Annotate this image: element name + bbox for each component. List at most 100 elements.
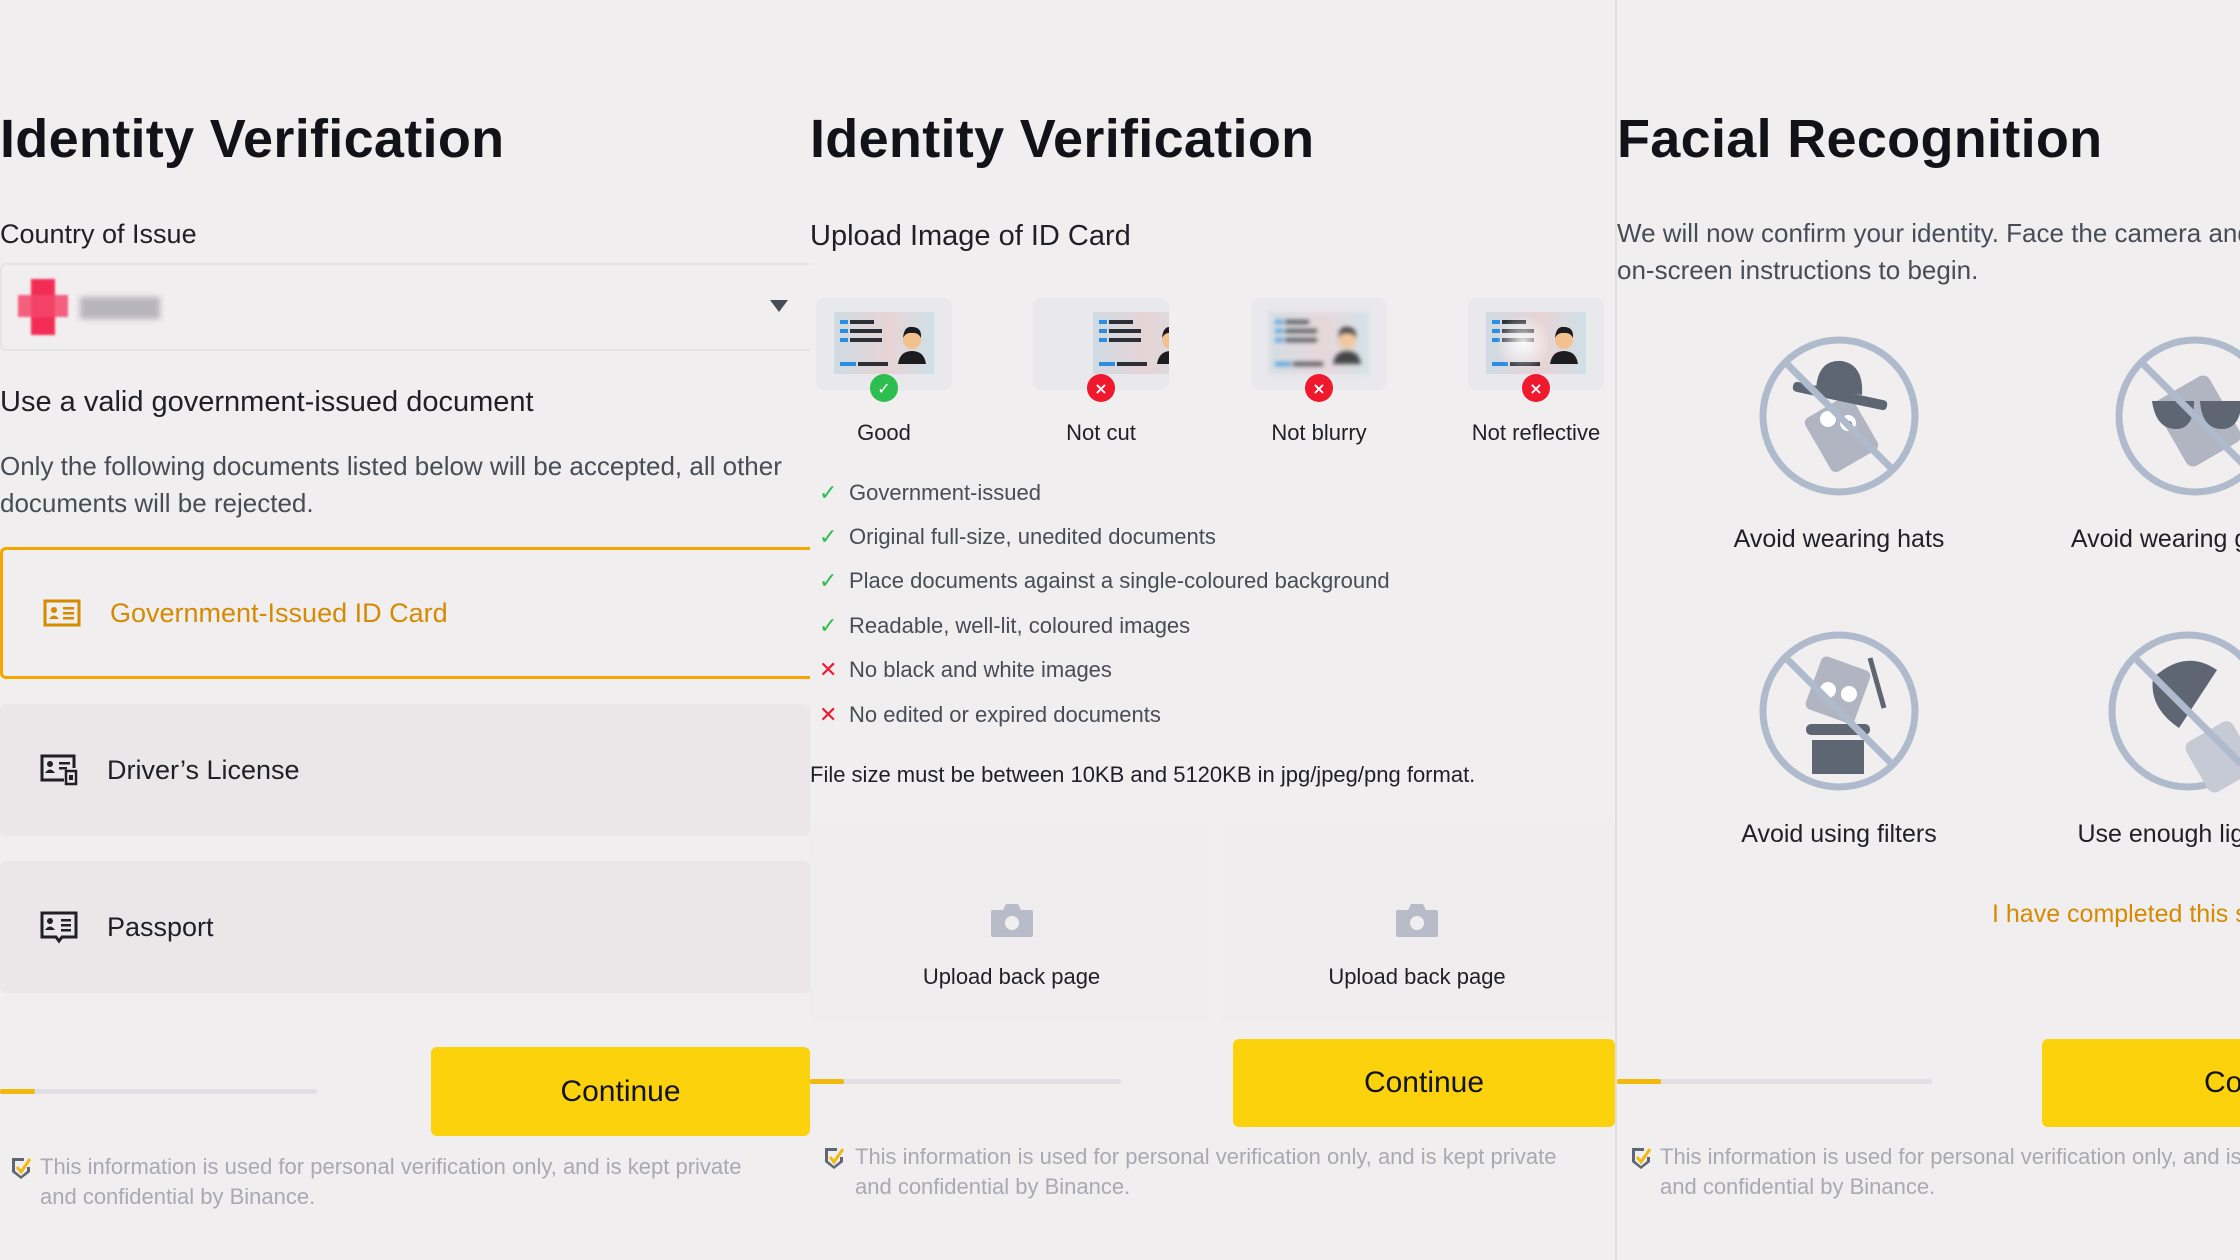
tip-label: Avoid using filters [1741,820,1937,848]
doc-option-label: Passport [107,911,214,942]
camera-icon [989,902,1035,938]
tip-label: Avoid wearing hats [1733,525,1945,553]
cross-icon: ✕ [819,658,838,683]
upload-label: Upload back page [1328,964,1506,989]
step-progress-fill [810,1079,845,1084]
id-card-illustration-icon [834,312,934,374]
step-progress-fill [0,1089,35,1094]
facial-desc-2: on-screen instructions to begin. [1617,255,1979,285]
x-circle-icon: × [1305,374,1333,402]
rule-item: ✓ Government-issued [819,480,1041,506]
step-progress-bar [810,1079,1121,1084]
privacy-note-line1: This information is used for personal ve… [855,1144,1557,1169]
completed-step-link[interactable]: I have completed this step [1992,900,2240,929]
step-progress-fill [1617,1079,1662,1084]
continue-button[interactable]: Continue [431,1047,810,1136]
document-section-desc-1: Only the following documents listed belo… [0,451,782,481]
camera-icon [1394,902,1440,938]
page-title: Identity Verification [0,109,505,169]
tip-no-filters: Avoid using filters [1674,628,2004,849]
rule-text: Readable, well-lit, coloured images [849,613,1191,638]
continue-button[interactable]: Continue [1233,1039,1615,1127]
sample-not-reflective: × Not reflective [1466,298,1606,445]
country-select[interactable] [0,263,810,351]
country-flag-icon [18,279,68,335]
no-hat-icon [1759,336,1919,496]
lighting-icon [2108,631,2240,793]
tip-label: Use enough lighting [2077,820,2240,848]
doc-option-passport[interactable]: Passport [0,861,810,993]
upload-box-2[interactable]: Upload back page [1219,822,1615,1022]
doc-option-drivers-license[interactable]: Driver’s License [0,704,810,836]
facial-desc-1: We will now confirm your identity. Face … [1617,218,2240,248]
upload-label: Upload back page [922,964,1101,989]
rule-item: ✕ No black and white images [819,657,1112,683]
chevron-down-icon[interactable] [770,300,788,312]
rule-item: ✓ Readable, well-lit, coloured images [819,613,1190,639]
country-label: Country of Issue [0,219,197,249]
sample-label: Good [857,420,911,445]
sample-good: ✓ Good [814,298,954,445]
id-upload-panel: Identity Verification Upload Image of ID… [810,0,1615,1260]
file-size-note: File size must be between 10KB and 5120K… [810,762,1476,787]
no-filters-icon [1759,631,1919,791]
passport-icon [40,911,78,944]
upload-box-1[interactable]: Upload back page [810,822,1213,1022]
sample-label: Not cut [1066,420,1136,445]
doc-option-label: Government-Issued ID Card [110,597,448,628]
doc-option-label: Driver’s License [107,754,300,785]
check-icon: ✓ [819,525,838,550]
step-progress-bar [1617,1079,1932,1084]
check-icon: ✓ [819,614,838,639]
rule-text: No edited or expired documents [849,702,1161,727]
tip-lighting: Use enough lighting [2023,628,2240,849]
shield-check-icon [10,1156,32,1180]
rule-item: ✓ Place documents against a single-colour… [819,568,1390,594]
tip-no-glasses: Avoid wearing glasses [2030,333,2240,554]
country-name [80,297,160,319]
document-section-desc-2: documents will be rejected. [0,488,314,518]
shield-check-icon [1630,1146,1652,1170]
rule-text: No black and white images [849,657,1112,682]
doc-option-id-card[interactable]: Government-Issued ID Card [0,547,810,679]
rule-item: ✓ Original full-size, unedited documents [819,524,1216,550]
privacy-note-line2: and confidential by Binance. [855,1174,1131,1199]
privacy-note-line1: This information is used for personal ve… [1660,1144,2240,1169]
step-progress-bar [0,1089,317,1094]
continue-button[interactable]: Continue [2042,1039,2240,1127]
cross-icon: ✕ [819,703,838,728]
privacy-note-line2: and confidential by Binance. [1660,1174,1936,1199]
page-title: Identity Verification [810,109,1315,169]
privacy-note-line2: and confidential by Binance. [40,1184,316,1209]
rule-text: Government-issued [849,480,1041,505]
shield-check-icon [823,1146,845,1170]
document-section-heading: Use a valid government-issued document [0,386,534,418]
id-card-icon [43,599,81,627]
check-icon: ✓ [819,569,838,594]
facial-recognition-panel: Facial Recognition We will now confirm y… [1615,0,2240,1260]
sample-label: Not blurry [1271,420,1367,445]
rule-item: ✕ No edited or expired documents [819,702,1161,728]
no-glasses-icon [2115,336,2240,496]
id-card-illustration-icon [1269,312,1369,374]
id-doc-select-panel: Identity Verification Country of Issue U… [0,0,810,1260]
page-title: Facial Recognition [1617,109,2103,169]
sample-label: Not reflective [1471,420,1601,445]
sample-not-blurry: × Not blurry [1249,298,1389,445]
privacy-note: This information is used for personal ve… [823,1142,1615,1202]
upload-subtitle: Upload Image of ID Card [810,220,1131,252]
id-card-illustration-icon [1093,312,1169,374]
tip-no-hats: Avoid wearing hats [1674,333,2004,554]
check-icon: ✓ [819,481,838,506]
sample-not-cut: × Not cut [1031,298,1171,445]
privacy-note: This information is used for personal ve… [1630,1142,2240,1202]
rule-text: Original full-size, unedited documents [849,524,1216,549]
drivers-license-icon [40,754,78,786]
x-circle-icon: × [1522,374,1550,402]
privacy-note: This information is used for personal ve… [10,1152,810,1212]
rule-text: Place documents against a single-coloure… [849,568,1390,593]
x-circle-icon: × [1087,374,1115,402]
privacy-note-line1: This information is used for personal ve… [40,1154,742,1179]
tip-label: Avoid wearing glasses [2070,525,2240,553]
check-circle-icon: ✓ [870,374,898,402]
